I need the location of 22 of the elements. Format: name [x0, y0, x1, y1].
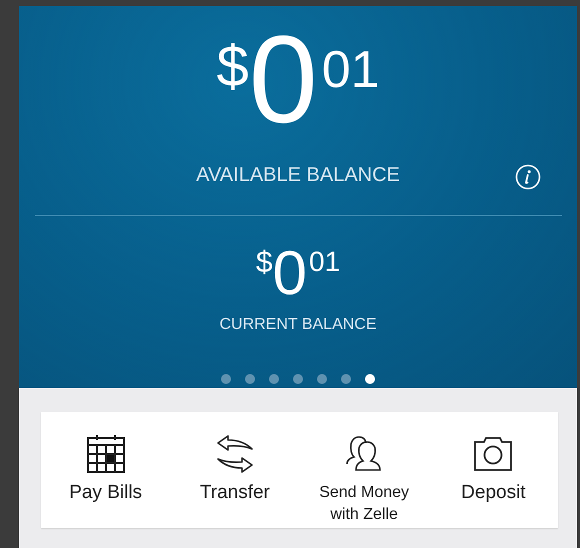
balance-amount: 0: [272, 242, 307, 306]
balance-cents: 01: [309, 248, 340, 276]
action-button[interactable]: Send Money with Zelle: [300, 412, 429, 528]
page-dot[interactable]: [341, 374, 351, 384]
balance-label: AVAILABLE BALANCE: [196, 164, 400, 187]
action-button[interactable]: Pay Bills: [41, 412, 170, 528]
balance-label: CURRENT BALANCE: [219, 316, 377, 334]
currency-symbol: $: [256, 248, 273, 278]
page-dot[interactable]: [317, 374, 327, 384]
calendar-icon: [84, 434, 127, 474]
page-dot[interactable]: [221, 374, 231, 384]
currency-symbol: $: [216, 38, 249, 96]
page-dot[interactable]: [245, 374, 255, 384]
action-button[interactable]: Deposit: [428, 412, 558, 528]
info-icon[interactable]: [515, 164, 541, 190]
page-dot[interactable]: [293, 374, 303, 384]
page-dot[interactable]: [269, 374, 279, 384]
action-button[interactable]: Transfer: [170, 412, 300, 528]
camera-icon: [472, 434, 514, 474]
balance-amount: 0: [248, 20, 318, 140]
page-dot[interactable]: [365, 374, 375, 384]
balance-cents: 01: [322, 44, 380, 96]
